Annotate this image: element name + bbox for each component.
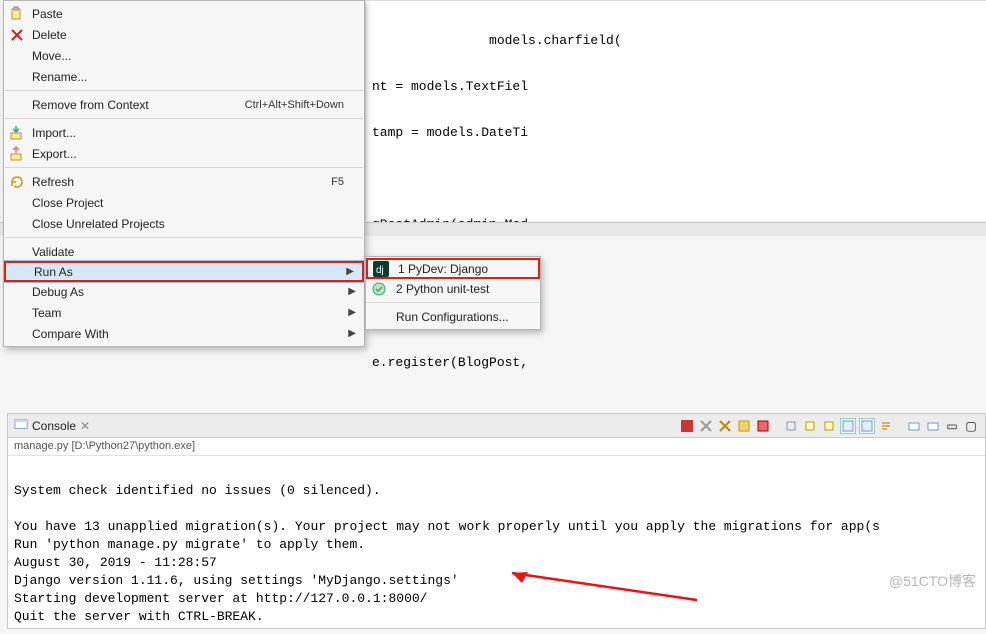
code-line: e.register(BlogPost, [366,355,986,371]
settings-icon[interactable] [821,418,837,434]
console-process-label: manage.py [D:\Python27\python.exe] [8,438,985,456]
console-panel: Console ✕ ▭ ▢ manage.py [D:\Python27\pyt… [7,413,986,629]
menu-paste[interactable]: Paste [4,3,364,24]
display-selected-icon[interactable] [925,418,941,434]
word-wrap-icon[interactable] [878,418,894,434]
menu-delete[interactable]: Delete [4,24,364,45]
menu-import[interactable]: Import... [4,122,364,143]
context-menu: Paste Delete Move... Rename... Remove fr… [3,0,365,347]
menu-validate[interactable]: Validate [4,241,364,262]
menu-rename[interactable]: Rename... [4,66,364,87]
submenu-arrow-icon: ▶ [348,307,356,318]
separator [5,118,363,119]
separator [5,90,363,91]
menu-refresh[interactable]: Refresh F5 [4,171,364,192]
show-console-on-output-icon[interactable] [840,418,856,434]
console-output[interactable]: System check identified no issues (0 sil… [8,456,985,634]
submenu-arrow-icon: ▶ [346,266,354,277]
remove-launch-icon[interactable] [717,418,733,434]
remove-all-icon[interactable] [698,418,714,434]
console-tab[interactable]: Console ✕ [8,415,96,437]
menu-remove-from-context[interactable]: Remove from Context Ctrl+Alt+Shift+Down [4,94,364,115]
separator [367,302,539,303]
menu-debug-as[interactable]: Debug As ▶ [4,281,364,302]
menu-run-as[interactable]: Run As ▶ [4,261,364,282]
run-as-submenu: dj 1 PyDev: Django 2 Python unit-test Ru… [365,256,541,330]
svg-text:dj: dj [376,265,384,276]
menu-team[interactable]: Team ▶ [4,302,364,323]
import-icon [9,125,25,141]
console-tabbar: Console ✕ ▭ ▢ [8,414,985,438]
menu-move[interactable]: Move... [4,45,364,66]
open-console-icon[interactable] [906,418,922,434]
minimize-icon[interactable]: ▭ [944,418,960,434]
console-toolbar: ▭ ▢ [679,418,985,434]
pin-icon[interactable] [802,418,818,434]
refresh-icon [9,174,25,190]
export-icon [9,146,25,162]
submenu-run-configurations[interactable]: Run Configurations... [366,306,540,327]
paste-icon [9,6,25,22]
maximize-icon[interactable]: ▢ [963,418,979,434]
clear-all-icon[interactable] [755,418,771,434]
delete-icon [9,27,25,43]
code-line [366,171,986,187]
menu-compare-with[interactable]: Compare With ▶ [4,323,364,344]
code-line: nt = models.TextFiel [366,79,986,95]
scroll-lock-icon[interactable] [783,418,799,434]
separator [5,237,363,238]
django-icon: dj [373,261,389,277]
code-line: models.charfield( [366,33,986,49]
submenu-pydev-django[interactable]: dj 1 PyDev: Django [366,258,540,279]
terminate-icon[interactable] [679,418,695,434]
separator [5,167,363,168]
menu-close-project[interactable]: Close Project [4,192,364,213]
code-line: tamp = models.DateTi [366,125,986,141]
menu-export[interactable]: Export... [4,143,364,164]
code-editor[interactable]: models.charfield( nt = models.TextFiel t… [365,0,986,220]
submenu-arrow-icon: ▶ [348,328,356,339]
watermark: @51CTO博客 [889,571,976,591]
python-test-icon [371,281,387,297]
menu-close-unrelated[interactable]: Close Unrelated Projects [4,213,364,234]
submenu-arrow-icon: ▶ [348,286,356,297]
clear-icon[interactable] [736,418,752,434]
close-icon[interactable]: ✕ [80,419,90,433]
console-icon [14,417,28,434]
show-console-on-error-icon[interactable] [859,418,875,434]
submenu-python-unittest[interactable]: 2 Python unit-test [366,278,540,299]
